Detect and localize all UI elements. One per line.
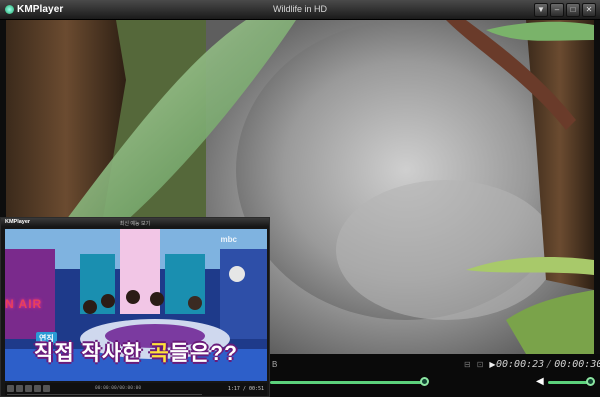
- volume-handle[interactable]: [586, 377, 595, 386]
- speaker-icon[interactable]: ◀: [536, 376, 544, 387]
- playlist-icon[interactable]: ⊡: [477, 360, 484, 369]
- mini-prev-icon[interactable]: [16, 385, 23, 392]
- current-time: 00:00:23: [496, 359, 545, 370]
- mini-buttons: [7, 385, 50, 392]
- window-controls: ▼ – □ ✕: [534, 3, 596, 17]
- seek-bar[interactable]: [270, 381, 425, 384]
- mini-controls: 00:00:00/00:00:00 1:17 / 00:51: [5, 383, 267, 396]
- mini-title-bar[interactable]: KMPlayer 최신 예능 보기: [1, 218, 269, 227]
- volume-bar[interactable]: [548, 381, 590, 384]
- total-time: 00:00:30: [554, 359, 600, 370]
- caption-highlight: 곡: [149, 342, 170, 365]
- mini-info: 00:00:00/00:00:00: [95, 386, 142, 391]
- maximize-button[interactable]: □: [566, 3, 580, 17]
- subtitle-caption: 직접 작사한 곡들은??: [5, 337, 267, 367]
- close-button[interactable]: ✕: [582, 3, 596, 17]
- mini-next-icon[interactable]: [34, 385, 41, 392]
- mini-open-icon[interactable]: [43, 385, 50, 392]
- menu-dropdown-button[interactable]: ▼: [534, 3, 548, 17]
- time-display[interactable]: 00:00:23 / 00:00:30: [496, 359, 600, 370]
- window-title: Wildlife in HD: [272, 4, 327, 14]
- mini-stop-icon[interactable]: [7, 385, 14, 392]
- title-bar[interactable]: KMPlayer Wildlife in HD ▼ – □ ✕: [0, 0, 600, 20]
- neon-sign: N AIR: [5, 297, 43, 311]
- status-tag: B: [272, 360, 278, 369]
- channel-logo: mbc: [220, 235, 237, 244]
- mini-play-icon[interactable]: [25, 385, 32, 392]
- caption-prefix: 직접 작사한: [34, 342, 150, 365]
- kmplayer-window: KMPlayer Wildlife in HD ▼ – □ ✕ B ⊟ ⊡ ▶ …: [0, 0, 600, 397]
- settings-icon[interactable]: ⊟: [464, 360, 471, 369]
- seek-handle[interactable]: [420, 377, 429, 386]
- minimize-button[interactable]: –: [550, 3, 564, 17]
- caption-suffix: 들은??: [169, 342, 238, 365]
- control-icons: ⊟ ⊡ ▶: [464, 360, 496, 369]
- mini-window-title: 최신 예능 보기: [119, 220, 151, 227]
- mini-seek-bar[interactable]: [7, 394, 202, 395]
- mini-video-frame[interactable]: N AIR mbc 연직 직접 작사한 곡들은??: [5, 229, 267, 381]
- mini-player-window[interactable]: KMPlayer 최신 예능 보기 N AIR mbc 연직 직접 작사한 곡들…: [0, 217, 270, 397]
- playback-controls: B ⊟ ⊡ ▶ 00:00:23 / 00:00:30 ◀: [270, 354, 600, 397]
- play-icon[interactable]: ▶: [489, 360, 495, 369]
- mini-time: 1:17 / 00:51: [227, 386, 264, 392]
- time-separator: /: [546, 359, 553, 370]
